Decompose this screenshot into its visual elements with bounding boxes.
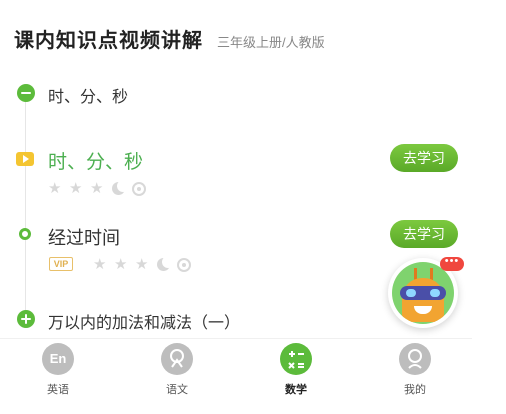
star-icon: ★ — [114, 256, 128, 273]
chapter-label: 万以内的加法和减法（一） — [48, 315, 241, 332]
expand-icon[interactable] — [17, 310, 35, 328]
message-badge: ••• — [440, 256, 464, 271]
tab-profile[interactable]: 我的 — [375, 339, 455, 414]
vip-badge: VIP — [49, 257, 73, 271]
star-icon: ★ — [93, 256, 107, 273]
page-header: 课内知识点视频讲解 三年级上册/人教版 — [14, 24, 325, 52]
dot-icon — [19, 228, 31, 240]
collapse-icon[interactable] — [17, 84, 35, 102]
lesson-title: 经过时间 — [48, 228, 120, 248]
mascot-icon — [392, 262, 454, 324]
lesson-item[interactable]: 时、分、秒 去学习 ★ ★ ★ — [0, 144, 506, 204]
chapter-header[interactable]: 时、分、秒 — [0, 82, 506, 106]
sun-icon — [177, 257, 191, 272]
tab-label: 语文 — [166, 384, 188, 396]
star-icon: ★ — [90, 180, 104, 197]
english-icon: En — [42, 343, 74, 375]
lesson-rating: ★ ★ ★ — [93, 256, 191, 273]
play-icon — [16, 152, 34, 166]
grade-edition-label[interactable]: 三年级上册/人教版 — [217, 32, 325, 51]
chinese-icon — [161, 343, 193, 375]
sun-icon — [132, 181, 146, 196]
go-study-button[interactable]: 去学习 — [390, 220, 458, 248]
tab-math[interactable]: 数学 — [256, 339, 336, 414]
page-title: 课内知识点视频讲解 — [14, 30, 203, 52]
profile-icon — [399, 343, 431, 375]
moon-icon — [111, 180, 129, 196]
go-study-button[interactable]: 去学习 — [390, 144, 458, 172]
math-icon — [280, 343, 312, 375]
lesson-rating: ★ ★ ★ — [48, 180, 146, 197]
tab-chinese[interactable]: 语文 — [137, 339, 217, 414]
bottom-tab-bar: En 英语 语文 数学 我的 — [0, 338, 472, 414]
tab-english[interactable]: En 英语 — [18, 339, 98, 414]
lesson-title: 时、分、秒 — [48, 152, 144, 173]
star-icon: ★ — [69, 180, 83, 197]
timeline-line — [25, 100, 26, 318]
chapter-label: 时、分、秒 — [48, 89, 129, 106]
star-icon: ★ — [135, 256, 149, 273]
tab-label: 我的 — [404, 384, 426, 396]
star-icon: ★ — [48, 180, 62, 197]
tab-label: 英语 — [47, 384, 69, 396]
moon-icon — [156, 256, 174, 272]
tab-label: 数学 — [285, 384, 307, 396]
